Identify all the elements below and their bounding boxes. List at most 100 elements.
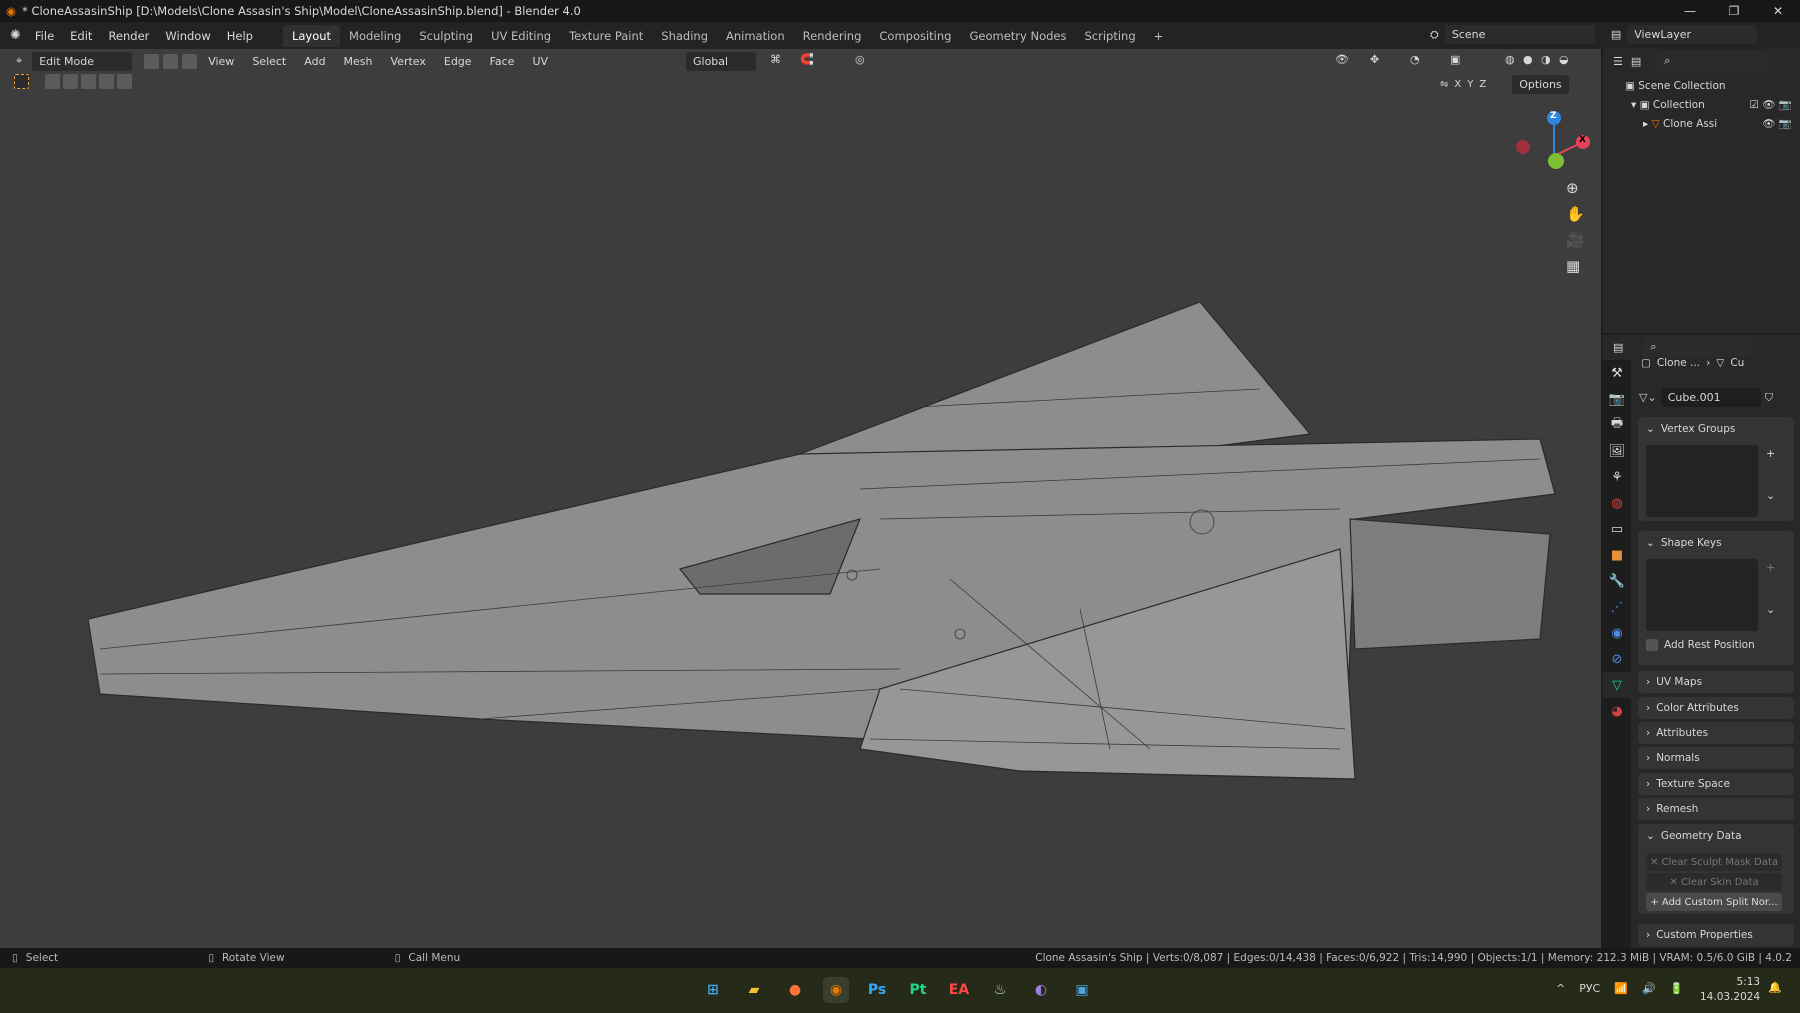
file-explorer-icon[interactable]: ▰ [741, 977, 767, 1003]
menu-view[interactable]: View [201, 55, 241, 68]
menu-render[interactable]: Render [100, 29, 157, 43]
properties-type-icon[interactable]: ▤ [1613, 341, 1623, 354]
mesh-name-field[interactable]: Cube.001 [1660, 388, 1761, 407]
scene-collection-row[interactable]: ▣ Scene Collection [1625, 77, 1800, 96]
custom-properties-panel[interactable]: › Custom Properties [1638, 924, 1794, 946]
tab-texture-paint[interactable]: Texture Paint [560, 25, 652, 47]
scene-selector[interactable]: Scene [1444, 25, 1595, 44]
view-layer-tab-icon[interactable]: 🖼 [1603, 438, 1631, 464]
firefox-icon[interactable]: ● [782, 977, 808, 1003]
blender-icon[interactable]: ◉ [823, 977, 849, 1003]
face-select-icon[interactable] [182, 53, 198, 69]
menu-edge[interactable]: Edge [437, 55, 479, 68]
minimize-button[interactable]: — [1668, 0, 1712, 22]
geometry-data-header[interactable]: ⌄ Geometry Data [1638, 824, 1794, 848]
object-row[interactable]: ▸ ▽ Clone Assi 👁 📷 [1625, 115, 1800, 134]
color-attributes-panel[interactable]: › Color Attributes [1638, 697, 1794, 719]
mirror-icon[interactable]: ⇋ [1440, 79, 1448, 90]
shape-key-menu-icon[interactable]: ⌄ [1766, 603, 1775, 616]
outliner-search[interactable]: ⌕ [1657, 51, 1768, 71]
mode-new-icon[interactable] [45, 74, 60, 89]
menu-uv[interactable]: UV [525, 55, 555, 68]
pivot-icon[interactable]: ⌘ [770, 53, 781, 66]
object-tab-icon[interactable]: ■ [1603, 542, 1631, 568]
breadcrumb-mesh[interactable]: Cu [1730, 357, 1744, 369]
pan-hand-icon[interactable]: ✋ [1566, 205, 1585, 223]
menu-file[interactable]: File [27, 29, 62, 43]
normals-panel[interactable]: › Normals [1638, 747, 1794, 769]
menu-mesh[interactable]: Mesh [337, 55, 380, 68]
options-dropdown[interactable]: Options [1512, 75, 1569, 94]
render-tab-icon[interactable]: 📷 [1603, 386, 1631, 412]
collection-tab-icon[interactable]: ▭ [1603, 516, 1631, 542]
tab-modeling[interactable]: Modeling [340, 25, 410, 47]
windows-start-icon[interactable]: ⊞ [700, 977, 726, 1003]
physics-tab-icon[interactable]: ◉ [1603, 620, 1631, 646]
editor-type-icon[interactable]: ⌖ [10, 54, 28, 68]
vertex-groups-header[interactable]: ⌄ Vertex Groups [1638, 417, 1794, 441]
close-button[interactable]: ✕ [1756, 0, 1800, 22]
tab-compositing[interactable]: Compositing [870, 25, 960, 47]
tab-uv-editing[interactable]: UV Editing [482, 25, 560, 47]
add-workspace-button[interactable]: + [1145, 25, 1173, 47]
steam-icon[interactable]: ♨ [987, 977, 1013, 1003]
menu-edit[interactable]: Edit [62, 29, 100, 43]
tab-animation[interactable]: Animation [717, 25, 794, 47]
language-indicator[interactable]: РУС [1579, 982, 1600, 995]
mirror-y-toggle[interactable]: Y [1467, 79, 1473, 90]
mesh-data-icon[interactable]: ▽⌄ [1639, 391, 1657, 404]
menu-face[interactable]: Face [483, 55, 522, 68]
volume-icon[interactable]: 🔊 [1642, 982, 1656, 995]
menu-window[interactable]: Window [157, 29, 218, 43]
scene-tab-icon[interactable]: ⚘ [1603, 464, 1631, 490]
remesh-panel[interactable]: › Remesh [1638, 798, 1794, 820]
tab-scripting[interactable]: Scripting [1075, 25, 1144, 47]
mirror-z-toggle[interactable]: Z [1479, 79, 1486, 90]
mode-intersect-icon[interactable] [117, 74, 132, 89]
material-shading-icon[interactable]: ◑ [1541, 53, 1551, 66]
vertex-group-menu-icon[interactable]: ⌄ [1766, 489, 1775, 502]
tab-shading[interactable]: Shading [652, 25, 717, 47]
gizmo-toggle-icon[interactable]: ✥ [1370, 53, 1379, 66]
mode-invert-icon[interactable] [99, 74, 114, 89]
battery-icon[interactable]: 🔋 [1670, 982, 1684, 995]
collection-row[interactable]: ▾ ▣ Collection ☑ 👁 📷 [1625, 96, 1800, 115]
wifi-icon[interactable]: 📶 [1614, 982, 1628, 995]
snap-icon[interactable]: 🧲 [800, 53, 814, 66]
properties-search[interactable]: ⌕ [1643, 337, 1754, 357]
tor-browser-icon[interactable]: ◐ [1028, 977, 1054, 1003]
data-tab-icon[interactable]: ▽ [1603, 672, 1631, 698]
shape-keys-list[interactable] [1646, 559, 1758, 631]
tab-sculpting[interactable]: Sculpting [410, 25, 482, 47]
overlays-icon[interactable]: ◔ [1410, 53, 1420, 66]
mode-selector[interactable]: Edit Mode [32, 51, 133, 71]
outliner-type-icon[interactable]: ☰ [1613, 55, 1623, 68]
vertex-groups-list[interactable] [1646, 445, 1758, 517]
menu-vertex[interactable]: Vertex [384, 55, 433, 68]
constraints-tab-icon[interactable]: ⊘ [1603, 646, 1631, 672]
zoom-icon[interactable]: ⊕ [1566, 179, 1585, 197]
tab-rendering[interactable]: Rendering [794, 25, 871, 47]
clear-skin-button[interactable]: ✕ Clear Skin Data [1646, 873, 1782, 891]
add-vertex-group-icon[interactable]: + [1766, 447, 1775, 460]
perspective-grid-icon[interactable]: ▦ [1566, 257, 1585, 275]
world-tab-icon[interactable]: ◍ [1603, 490, 1631, 516]
shape-keys-header[interactable]: ⌄ Shape Keys [1638, 531, 1794, 555]
tab-geometry-nodes[interactable]: Geometry Nodes [960, 25, 1075, 47]
tray-overflow-icon[interactable]: ^ [1556, 982, 1565, 995]
fake-user-shield-icon[interactable]: ⛉ [1765, 391, 1773, 405]
maximize-button[interactable]: ❐ [1712, 0, 1756, 22]
tab-layout[interactable]: Layout [282, 24, 341, 47]
texture-space-panel[interactable]: › Texture Space [1638, 773, 1794, 795]
proportional-edit-icon[interactable]: ◎ [855, 53, 865, 66]
visibility-icon[interactable]: 👁 [1335, 53, 1349, 66]
ea-app-icon[interactable]: EA [946, 977, 972, 1003]
tool-tab-icon[interactable]: ⚒ [1603, 360, 1631, 386]
select-box-tool-icon[interactable] [14, 74, 29, 89]
mode-subtract-icon[interactable] [81, 74, 96, 89]
add-shape-key-icon[interactable]: + [1766, 561, 1775, 574]
camera-view-icon[interactable]: 🎥 [1566, 231, 1585, 249]
menu-help[interactable]: Help [219, 29, 261, 43]
menu-add[interactable]: Add [297, 55, 332, 68]
edge-select-icon[interactable] [163, 53, 179, 69]
